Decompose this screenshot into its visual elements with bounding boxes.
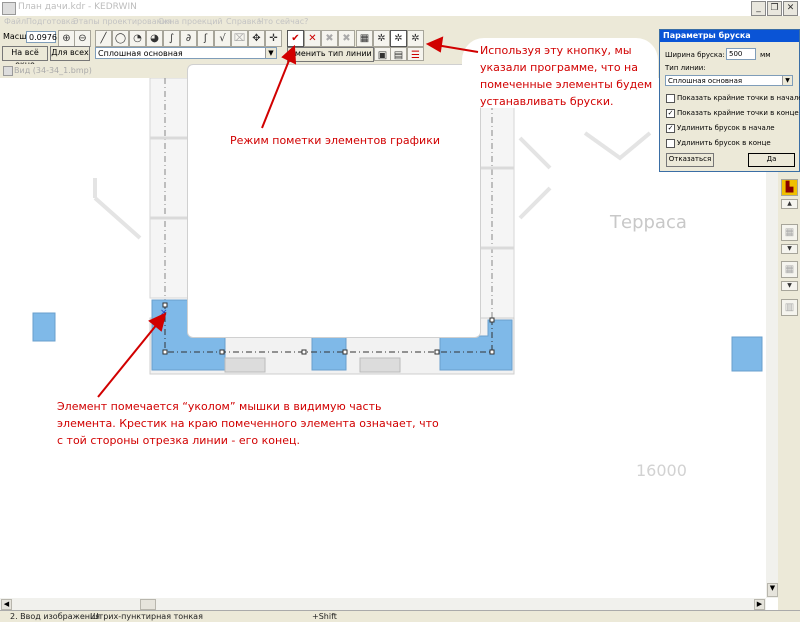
option-endpoints-start-label: Показать крайние точки в начале: [677, 94, 800, 102]
dialog-line-type-select[interactable]: Сплошная основная ▼: [665, 75, 793, 86]
beam-panel-icon[interactable]: ▙: [781, 179, 798, 196]
dialog-line-type-label: Тип линии:: [665, 64, 706, 72]
arrow-to-beam-button: [435, 44, 479, 53]
beam-width-label: Ширина бруска:: [665, 51, 725, 59]
status-mode: 2. Ввод изображения: [10, 612, 100, 621]
arrow-head-mark: [281, 44, 297, 65]
scroll-right-icon[interactable]: ▶: [754, 599, 765, 610]
status-modifier: +Shift: [312, 612, 337, 621]
dialog-cancel-button[interactable]: Отказаться: [666, 153, 714, 167]
dialog-chevron-down-icon[interactable]: ▼: [782, 76, 792, 85]
option-extend-start-checkbox[interactable]: ✓: [666, 124, 675, 133]
dialog-title: Параметры бруска: [660, 30, 799, 42]
beam-width-input[interactable]: 500: [726, 48, 756, 60]
option-extend-end-checkbox[interactable]: [666, 139, 675, 148]
arrow-head-element: [148, 312, 167, 332]
option-endpoints-end-label: Показать крайние точки в конце: [677, 109, 799, 117]
beam-parameters-dialog: Параметры бруска Ширина бруска: 500 мм Т…: [659, 29, 800, 172]
scroll-left-icon[interactable]: ◀: [1, 599, 12, 610]
horizontal-scroll-thumb[interactable]: [140, 599, 156, 610]
panel-chevron-up-icon[interactable]: ▲: [781, 199, 798, 209]
panel-chevron-down-icon[interactable]: ▼: [781, 244, 798, 254]
status-bar: 2. Ввод изображения Штрих-пунктирная тон…: [0, 610, 800, 622]
status-line-type: Штрих-пунктирная тонкая: [90, 612, 203, 621]
panel-tool4-icon[interactable]: ▥: [781, 299, 798, 316]
scroll-down-icon[interactable]: ▼: [767, 583, 778, 597]
arrow-to-element: [97, 322, 159, 398]
dialog-line-type-value: Сплошная основная: [668, 77, 743, 85]
horizontal-scrollbar[interactable]: ◀ ▶: [0, 598, 766, 610]
panel-tool3-icon[interactable]: ▦: [781, 261, 798, 278]
option-extend-end-label: Удлинить брусок в конце: [677, 139, 771, 147]
panel-chevron2-icon[interactable]: ▼: [781, 281, 798, 291]
beam-width-unit: мм: [760, 51, 771, 59]
arrow-to-mark-mode: [261, 57, 291, 129]
option-extend-start-label: Удлинить брусок в начале: [677, 124, 775, 132]
panel-tool2-icon[interactable]: ▦: [781, 224, 798, 241]
arrow-head-beam: [425, 36, 444, 53]
option-endpoints-start-checkbox[interactable]: [666, 94, 675, 103]
option-endpoints-end-checkbox[interactable]: ✓: [666, 109, 675, 118]
dialog-ok-button[interactable]: Да: [748, 153, 795, 167]
